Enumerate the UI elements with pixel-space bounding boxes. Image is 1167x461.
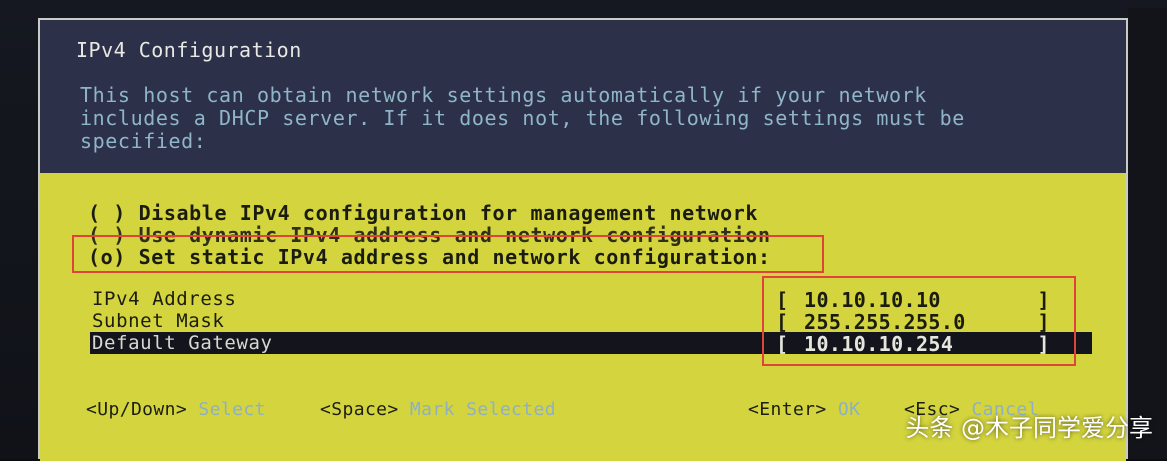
dialog-description: This host can obtain network settings au…	[80, 83, 965, 153]
highlight-box-address-fields	[762, 276, 1076, 366]
radio-marker: ( )	[88, 201, 126, 225]
subnet-mask-label: Subnet Mask	[92, 310, 225, 332]
updown-key: <Up/Down>	[86, 399, 188, 420]
option-label: Disable IPv4 configuration for managemen…	[138, 201, 759, 225]
footer-enter-hint[interactable]: <Enter> OK	[748, 399, 860, 420]
highlight-box-static-option	[72, 235, 824, 273]
screen-bezel	[1128, 8, 1167, 459]
ipv4-address-label: IPv4 Address	[92, 288, 237, 310]
enter-key: <Enter>	[748, 399, 827, 420]
enter-action: OK	[837, 399, 861, 420]
space-key: <Space>	[320, 399, 399, 420]
console-screen: IPv4 Configuration This host can obtain …	[0, 0, 1167, 461]
dialog-title: IPv4 Configuration	[76, 38, 302, 62]
footer-updown-hint[interactable]: <Up/Down> Select	[86, 399, 266, 420]
ipv4-configuration-dialog: IPv4 Configuration This host can obtain …	[38, 18, 1128, 461]
footer-space-hint[interactable]: <Space> Mark Selected	[320, 399, 556, 420]
option-disable-ipv4[interactable]: ( ) Disable IPv4 configuration for manag…	[88, 201, 758, 225]
watermark: 头条 @木子同学爱分享	[905, 414, 1153, 442]
space-action: Mark Selected	[409, 399, 557, 420]
updown-action: Select	[198, 399, 266, 420]
